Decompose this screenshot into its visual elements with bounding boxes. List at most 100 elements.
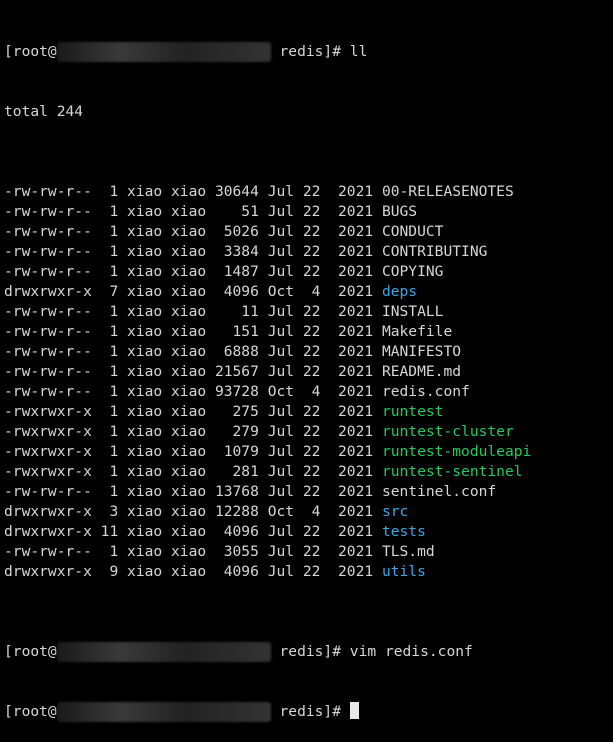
directory-listing: -rw-rw-r-- 1 xiao xiao 30644 Jul 22 2021… [4,182,613,582]
file-size: 13768 [214,483,259,500]
date-month: Jul [267,363,295,380]
group-text: xiao [171,403,207,420]
owner-text: xiao [127,203,163,220]
link-count: 1 [100,323,119,340]
listing-row: drwxrwxr-x 7 xiao xiao 4096 Oct 4 2021 d… [4,282,613,302]
redacted-hostname [56,702,271,722]
file-size: 279 [214,423,259,440]
redacted-hostname [56,642,271,662]
link-count: 1 [100,223,119,240]
terminal-window[interactable]: [root@ redis]# ll total 244 -rw-rw-r-- 1… [0,0,613,722]
link-count: 3 [100,503,119,520]
file-size: 4096 [214,523,259,540]
date-year: 2021 [338,323,374,340]
link-count: 1 [100,203,119,220]
listing-row: -rw-rw-r-- 1 xiao xiao 30644 Jul 22 2021… [4,182,613,202]
date-year: 2021 [338,563,374,580]
date-month: Jul [267,543,295,560]
group-text: xiao [171,383,207,400]
link-count: 1 [100,363,119,380]
file-size: 21567 [214,363,259,380]
listing-row: drwxrwxr-x 3 xiao xiao 12288 Oct 4 2021 … [4,502,613,522]
file-size: 6888 [214,343,259,360]
owner-text: xiao [127,443,163,460]
prompt-dir: redis]# [270,703,350,720]
group-text: xiao [171,243,207,260]
file-size: 151 [214,323,259,340]
group-text: xiao [171,343,207,360]
file-size: 30644 [214,183,259,200]
owner-text: xiao [127,263,163,280]
listing-row: -rw-rw-r-- 1 xiao xiao 11 Jul 22 2021 IN… [4,302,613,322]
date-month: Jul [267,303,295,320]
file-size: 51 [214,203,259,220]
date-year: 2021 [338,243,374,260]
listing-row: -rwxrwxr-x 1 xiao xiao 1079 Jul 22 2021 … [4,442,613,462]
date-day: 22 [302,223,321,240]
date-day: 22 [302,243,321,260]
date-year: 2021 [338,183,374,200]
group-text: xiao [171,283,207,300]
listing-row: -rw-rw-r-- 1 xiao xiao 21567 Jul 22 2021… [4,362,613,382]
date-month: Jul [267,323,295,340]
date-year: 2021 [338,203,374,220]
group-text: xiao [171,183,207,200]
date-month: Jul [267,183,295,200]
file-name: tests [381,523,426,540]
permissions-text: -rw-rw-r-- [4,203,92,220]
owner-text: xiao [127,563,163,580]
link-count: 1 [100,263,119,280]
file-size: 3055 [214,543,259,560]
date-month: Jul [267,463,295,480]
date-year: 2021 [338,543,374,560]
prompt-dir: redis]# [270,643,350,660]
listing-row: -rw-rw-r-- 1 xiao xiao 51 Jul 22 2021 BU… [4,202,613,222]
link-count: 1 [100,403,119,420]
file-size: 11 [214,303,259,320]
group-text: xiao [171,463,207,480]
date-day: 4 [302,503,321,520]
listing-row: -rw-rw-r-- 1 xiao xiao 3055 Jul 22 2021 … [4,542,613,562]
date-day: 22 [302,403,321,420]
link-count: 1 [100,343,119,360]
link-count: 1 [100,483,119,500]
file-name: runtest-cluster [381,423,514,440]
date-day: 22 [302,363,321,380]
date-year: 2021 [338,483,374,500]
date-year: 2021 [338,223,374,240]
group-text: xiao [171,223,207,240]
date-month: Jul [267,403,295,420]
file-name: Makefile [381,323,453,340]
permissions-text: -rw-rw-r-- [4,543,92,560]
date-year: 2021 [338,263,374,280]
owner-text: xiao [127,183,163,200]
file-name: COPYING [381,263,444,280]
date-month: Jul [267,263,295,280]
group-text: xiao [171,503,207,520]
date-month: Oct [267,383,295,400]
date-year: 2021 [338,403,374,420]
date-day: 22 [302,203,321,220]
listing-row: -rw-rw-r-- 1 xiao xiao 6888 Jul 22 2021 … [4,342,613,362]
date-month: Oct [267,283,295,300]
permissions-text: -rw-rw-r-- [4,343,92,360]
permissions-text: -rwxrwxr-x [4,443,92,460]
group-text: xiao [171,303,207,320]
prompt-line[interactable]: [root@ redis]# [4,702,613,722]
link-count: 1 [100,383,119,400]
owner-text: xiao [127,483,163,500]
date-year: 2021 [338,463,374,480]
date-year: 2021 [338,503,374,520]
owner-text: xiao [127,503,163,520]
date-month: Jul [267,563,295,580]
link-count: 1 [100,243,119,260]
command-text: ll [349,43,368,60]
permissions-text: -rw-rw-r-- [4,263,92,280]
permissions-text: -rw-rw-r-- [4,243,92,260]
prompt-line: [root@ redis]# vim redis.conf [4,642,613,662]
group-text: xiao [171,483,207,500]
permissions-text: -rw-rw-r-- [4,323,92,340]
file-name: runtest [381,403,444,420]
owner-text: xiao [127,343,163,360]
date-day: 22 [302,523,321,540]
